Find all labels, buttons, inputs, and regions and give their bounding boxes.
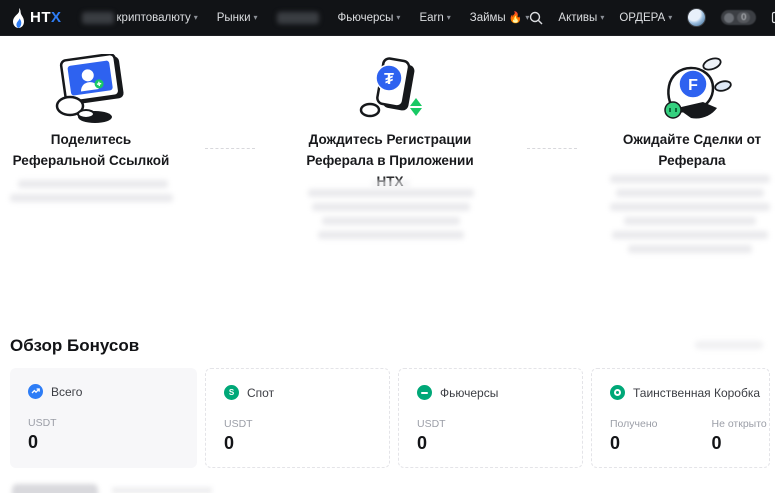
blurred-text-line xyxy=(18,180,168,188)
search-icon[interactable] xyxy=(529,11,543,25)
coin-icon xyxy=(724,13,734,23)
menu-buy-crypto-label: криптовалюту xyxy=(117,12,191,24)
metric-value: 0 xyxy=(224,433,389,454)
menu-markets-label: Рынки xyxy=(217,12,251,24)
metric-value: 0 xyxy=(417,433,582,454)
metric-value: 0 xyxy=(28,432,197,453)
futures-bonus-icon xyxy=(417,385,432,400)
metric-value-received: 0 xyxy=(610,433,657,454)
metric-label-unopened: Не открыто xyxy=(711,418,766,430)
metric-label-received: Получено xyxy=(610,418,657,430)
bonus-overview-heading: Обзор Бонусов xyxy=(10,336,139,356)
metric-unit: USDT xyxy=(224,418,389,430)
metric-unit: USDT xyxy=(28,417,197,429)
metric-unit: USDT xyxy=(417,418,582,430)
blurred-word xyxy=(277,12,319,24)
blurred-text-line xyxy=(624,217,756,225)
blurred-text-line xyxy=(612,231,768,239)
card-label: Фьючерсы xyxy=(440,386,498,400)
step-title: Ожидайте Сделки от Реферала xyxy=(607,129,775,171)
user-avatar[interactable] xyxy=(687,8,706,27)
blurred-text-line xyxy=(322,217,460,225)
flame-icon: 🔥 xyxy=(509,11,523,24)
blurred-text-line xyxy=(610,175,770,183)
referral-page: HTX криптовалюту ▾ Рынки ▾ Фьючерсы ▾ Ea… xyxy=(0,0,775,493)
svg-text:F: F xyxy=(688,77,698,94)
svg-text:₮: ₮ xyxy=(384,71,394,88)
hand-with-coins-icon: F xyxy=(649,52,735,124)
step-wait-trades: F Ожидайте Сделки от Реферала xyxy=(607,52,775,171)
chevron-down-icon: ▾ xyxy=(254,13,258,22)
rewards-count: 0 xyxy=(737,12,750,23)
menu-futures[interactable]: Фьючерсы ▾ xyxy=(338,12,401,24)
step-connector xyxy=(205,148,255,149)
blurred-text-line xyxy=(616,189,764,197)
metric-value-unopened: 0 xyxy=(711,433,766,454)
menu-assets[interactable]: Активы ▾ xyxy=(558,12,604,24)
blurred-text-line xyxy=(318,231,464,239)
menu-earn-label: Earn xyxy=(419,12,443,24)
chevron-down-icon: ▾ xyxy=(668,13,672,22)
blurred-text-line xyxy=(372,181,410,186)
htx-logo[interactable]: HTX xyxy=(10,8,62,28)
htx-flame-icon xyxy=(10,8,26,28)
support-chat-icon[interactable] xyxy=(771,10,775,25)
app-registration-phone-icon: ₮ xyxy=(352,54,428,124)
navbar-right: Активы ▾ ОРДЕРА ▾ 0 xyxy=(529,8,775,27)
card-label: Спот xyxy=(247,386,274,400)
top-navbar: HTX криптовалюту ▾ Рынки ▾ Фьючерсы ▾ Ea… xyxy=(0,0,775,36)
menu-loans[interactable]: Займы 🔥 ▾ xyxy=(470,11,530,24)
mystery-box-icon xyxy=(610,385,625,400)
menu-assets-label: Активы xyxy=(558,12,597,24)
card-label: Всего xyxy=(51,385,82,399)
menu-loans-label: Займы xyxy=(470,12,506,24)
rewards-badge[interactable]: 0 xyxy=(721,10,756,25)
main-menu: криптовалюту ▾ Рынки ▾ Фьючерсы ▾ Earn ▾… xyxy=(82,11,530,24)
chevron-down-icon: ▾ xyxy=(447,13,451,22)
menu-futures-label: Фьючерсы xyxy=(338,12,394,24)
bonus-card-total[interactable]: Всего USDT 0 xyxy=(10,368,197,468)
blurred-text-line xyxy=(10,194,173,202)
menu-buy-crypto[interactable]: криптовалюту ▾ xyxy=(82,12,198,24)
total-bonus-icon xyxy=(28,384,43,399)
bonus-card-spot[interactable]: S Спот USDT 0 xyxy=(205,368,390,468)
blurred-text-line xyxy=(312,203,470,211)
menu-orders-label: ОРДЕРА xyxy=(619,12,665,24)
htx-logo-text: HTX xyxy=(30,9,62,26)
chevron-down-icon: ▾ xyxy=(194,13,198,22)
step-share-link: Поделитесь Реферальной Ссылкой xyxy=(5,54,177,171)
bonus-card-futures[interactable]: Фьючерсы USDT 0 xyxy=(398,368,583,468)
blurred-text-line xyxy=(610,203,770,211)
blurred-text-line xyxy=(112,487,212,493)
spot-bonus-icon: S xyxy=(224,385,239,400)
blurred-text-line xyxy=(308,189,474,197)
blurred-tab[interactable] xyxy=(12,484,98,493)
bonus-card-mystery-box[interactable]: Таинственная Коробка Получено 0 Не откры… xyxy=(591,368,770,468)
blurred-word xyxy=(82,12,114,24)
menu-orders[interactable]: ОРДЕРА ▾ xyxy=(619,12,672,24)
menu-earn[interactable]: Earn ▾ xyxy=(419,12,450,24)
blurred-link[interactable] xyxy=(695,341,763,349)
menu-trade-blurred[interactable] xyxy=(277,12,319,24)
share-link-monitor-icon xyxy=(46,54,136,124)
chevron-down-icon: ▾ xyxy=(396,13,400,22)
menu-markets[interactable]: Рынки ▾ xyxy=(217,12,258,24)
step-title: Поделитесь Реферальной Ссылкой xyxy=(5,129,177,171)
card-label: Таинственная Коробка xyxy=(633,386,760,400)
step-wait-registration: ₮ Дождитесь Регистрации Реферала в Прило… xyxy=(302,54,478,192)
step-connector xyxy=(527,148,577,149)
chevron-down-icon: ▾ xyxy=(600,13,604,22)
blurred-text-line xyxy=(628,245,752,253)
